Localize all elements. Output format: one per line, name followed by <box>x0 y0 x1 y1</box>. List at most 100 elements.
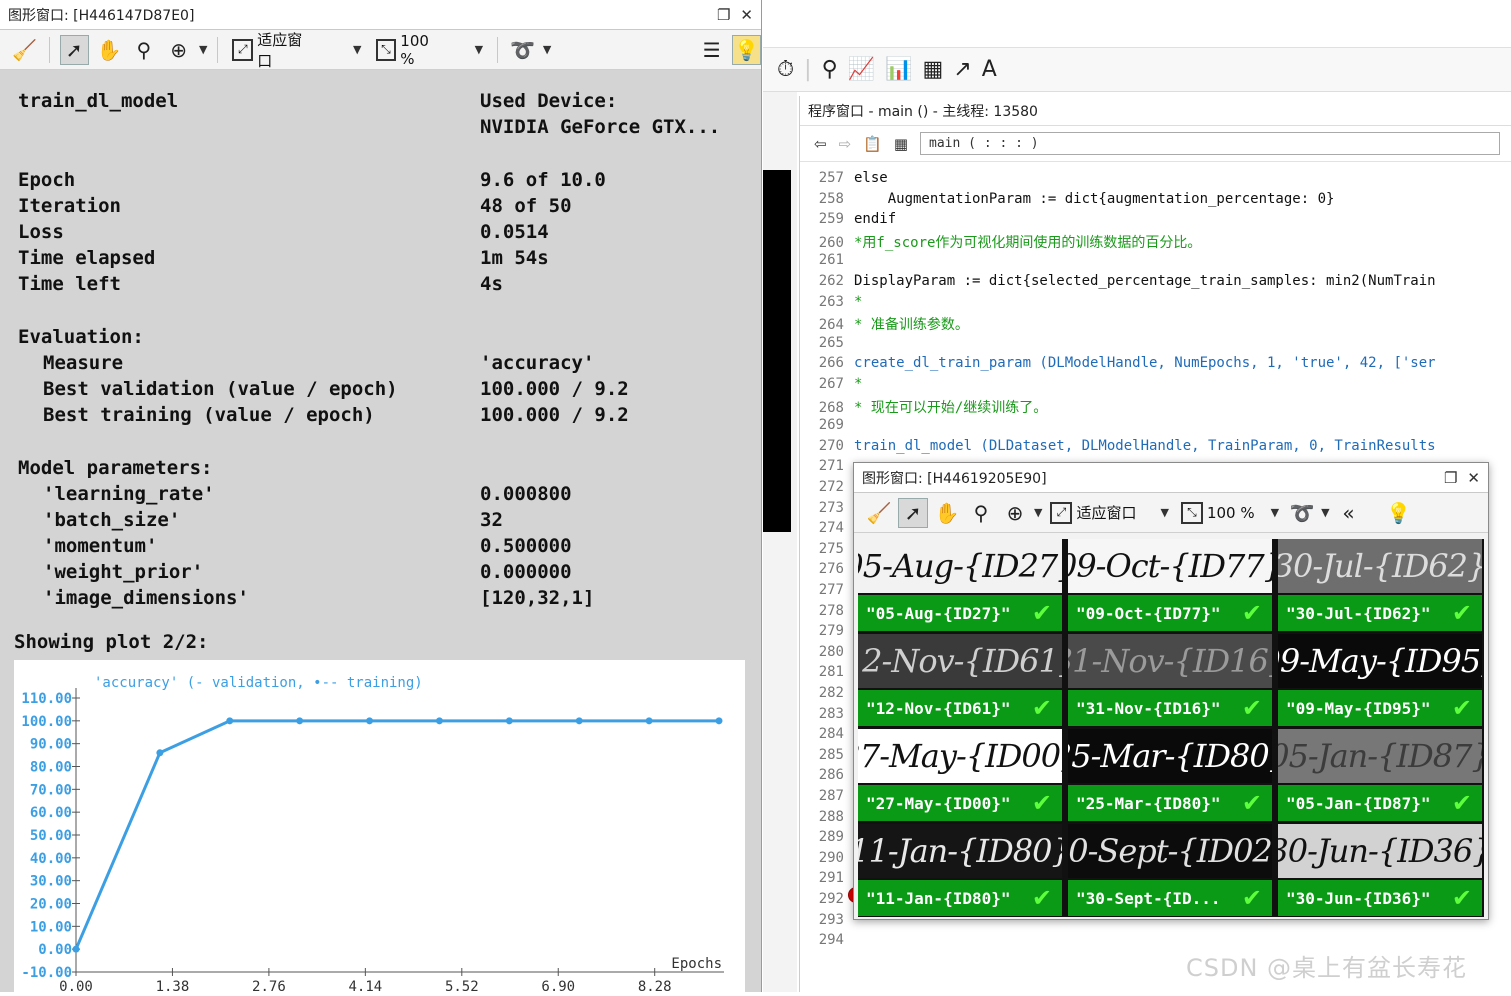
collapse-icon[interactable]: « <box>1334 498 1364 528</box>
code-line[interactable]: 262 DisplayParam := dict{selected_percent… <box>800 273 1511 293</box>
chevron-down-icon[interactable]: ▼ <box>353 43 361 56</box>
draw-shape-icon[interactable]: ➰ <box>1287 498 1317 528</box>
code-line[interactable]: 266 create_dl_train_param (DLModelHandle,… <box>800 355 1511 375</box>
chevron-down-icon[interactable]: ▼ <box>475 43 483 56</box>
line-number: 288 <box>818 808 844 825</box>
evaluation-header: Evaluation: <box>18 326 144 348</box>
pan-hand-icon[interactable]: ✋ <box>95 35 124 65</box>
code-line[interactable]: 263 * <box>800 294 1511 314</box>
handwriting-image: 05-Aug-{ID27} <box>858 539 1062 593</box>
pan-hand-icon[interactable]: ✋ <box>932 498 962 528</box>
forward-arrow-icon[interactable]: ⇨ <box>839 135 852 153</box>
zoom-dropdown-arrow[interactable]: ▼ <box>199 43 207 56</box>
y-tick-label: 60.00 <box>30 805 72 821</box>
gallery-icon[interactable]: ▦ <box>923 57 944 82</box>
back-arrow-icon[interactable]: ⇦ <box>814 135 827 153</box>
param-label: 'weight_prior' <box>43 561 204 583</box>
zoom-in-icon[interactable]: ⊕ <box>164 35 193 65</box>
y-tick-label: 70.00 <box>30 782 72 798</box>
line-number: 265 <box>818 334 844 351</box>
y-tick-label: 10.00 <box>30 919 72 935</box>
param-value: 32 <box>480 509 503 531</box>
zoom-in-icon[interactable]: ⊕ <box>1000 498 1030 528</box>
fit-window-combo[interactable]: ⤢ 适应窗口 ▼ <box>1046 501 1172 524</box>
sample-cell: 30-Jun-{ID36} "30-Jun-{ID36}" ✔ <box>1278 824 1482 918</box>
variable-panel <box>763 170 791 532</box>
close-icon[interactable]: ✕ <box>1467 469 1480 487</box>
info-value: 0.0514 <box>480 221 549 243</box>
font-size-icon[interactable]: A <box>982 57 997 82</box>
code-line[interactable]: 261 <box>800 252 1511 272</box>
code-line[interactable]: 259 endif <box>800 211 1511 231</box>
code-line[interactable]: 257 else <box>800 170 1511 190</box>
zoom-percent-combo[interactable]: ⤡ 100 % ▼ <box>372 32 488 68</box>
line-number: 274 <box>818 520 844 537</box>
lightbulb-icon[interactable]: 💡 <box>1384 498 1414 528</box>
code-line[interactable]: 267 * <box>800 376 1511 396</box>
stopwatch-icon[interactable]: ⏱ <box>777 57 794 82</box>
y-tick-label: 30.00 <box>30 874 72 890</box>
grid-icon[interactable]: ▦ <box>894 135 908 153</box>
eval-label: Best training (value / epoch) <box>43 404 375 426</box>
checkmark-icon: ✔ <box>1031 694 1052 722</box>
bar-chart-icon[interactable]: 📊 <box>885 57 912 82</box>
clear-broom-icon[interactable]: 🧹 <box>10 35 39 65</box>
data-point <box>575 717 583 725</box>
handwriting-image: 09-Oct-{ID77} <box>1068 539 1272 593</box>
checkmark-icon: ✔ <box>1451 694 1472 722</box>
restore-icon[interactable]: ❐ <box>717 6 730 24</box>
eval-value: 100.000 / 9.2 <box>480 404 629 426</box>
line-number: 286 <box>818 767 844 784</box>
code-line[interactable]: 265 <box>800 335 1511 355</box>
chevron-down-icon[interactable]: ▼ <box>1321 506 1329 519</box>
line-number: 273 <box>818 499 844 516</box>
pointer-icon[interactable]: ➚ <box>898 497 928 528</box>
close-icon[interactable]: ✕ <box>740 6 753 24</box>
samples-window-titlebar[interactable]: 图形窗口: [H44619205E90] ❐ ✕ <box>854 463 1488 493</box>
code-line[interactable]: 264 * 准备训练参数。 <box>800 314 1511 334</box>
layers-icon[interactable]: ☰ <box>697 35 726 65</box>
clipboard-icon[interactable]: 📋 <box>863 135 882 153</box>
handwriting-image: 11-Jan-{ID80} <box>858 824 1062 878</box>
magnifier-icon[interactable]: ⚲ <box>129 35 158 65</box>
line-number: 266 <box>818 355 844 372</box>
lightbulb-icon[interactable]: 💡 <box>732 34 762 65</box>
x-tick-label: 8.28 <box>638 979 672 992</box>
zoom-percent-combo[interactable]: ⤡ 100 % ▼ <box>1177 501 1283 524</box>
line-number: 260 <box>818 234 844 251</box>
code-line[interactable]: 269 <box>800 417 1511 437</box>
line-chart-icon[interactable]: 📈 <box>848 57 875 82</box>
trend-icon[interactable]: ↗ <box>953 57 971 82</box>
checkmark-icon: ✔ <box>1031 884 1052 912</box>
chevron-down-icon[interactable]: ▼ <box>1034 506 1042 519</box>
code-text: * <box>854 376 863 392</box>
code-line[interactable]: 270 train_dl_model (DLDataset, DLModelHan… <box>800 438 1511 458</box>
line-number: 264 <box>818 317 844 334</box>
device-label: Used Device: <box>480 90 618 112</box>
procedure-selector[interactable]: main ( : : : ) <box>920 132 1501 155</box>
magnifier-icon[interactable]: ⚲ <box>966 498 996 528</box>
chart-title: 'accuracy' (- validation, •-- training) <box>94 675 423 691</box>
clear-broom-icon[interactable]: 🧹 <box>864 498 894 528</box>
draw-shape-icon[interactable]: ➰ <box>508 35 537 65</box>
param-value: 0.000000 <box>480 561 572 583</box>
restore-icon[interactable]: ❐ <box>1444 469 1457 487</box>
code-line[interactable]: 260 *用f_score作为可视化期间使用的训练数据的百分比。 <box>800 232 1511 252</box>
chevron-down-icon[interactable]: ▼ <box>1160 506 1168 519</box>
line-number: 269 <box>818 417 844 434</box>
handwriting-image: 27-May-{ID00} <box>858 729 1062 783</box>
fit-window-combo[interactable]: ⤢ 适应窗口 ▼ <box>228 29 365 71</box>
code-line[interactable]: 268 * 现在可以开始/继续训练了。 <box>800 397 1511 417</box>
line-number: 284 <box>818 726 844 743</box>
chevron-down-icon[interactable]: ▼ <box>543 43 551 56</box>
info-label: Time left <box>18 273 121 295</box>
search-icon[interactable]: ⚲ <box>822 57 838 82</box>
graphics-window-titlebar[interactable]: 图形窗口: [H446147D87E0] ❐ ✕ <box>0 0 761 30</box>
pointer-icon[interactable]: ➚ <box>59 34 89 65</box>
checkmark-icon: ✔ <box>1451 884 1472 912</box>
handwriting-image: 30-Sept-{ID02} <box>1068 824 1272 878</box>
chevron-down-icon[interactable]: ▼ <box>1271 506 1279 519</box>
code-line[interactable]: 258 AugmentationParam := dict{augmentati… <box>800 191 1511 211</box>
code-text: * <box>854 293 863 310</box>
graphics-window-samples: 图形窗口: [H44619205E90] ❐ ✕ 🧹 ➚ ✋ ⚲ ⊕ ▼ ⤢ 适… <box>853 462 1489 920</box>
